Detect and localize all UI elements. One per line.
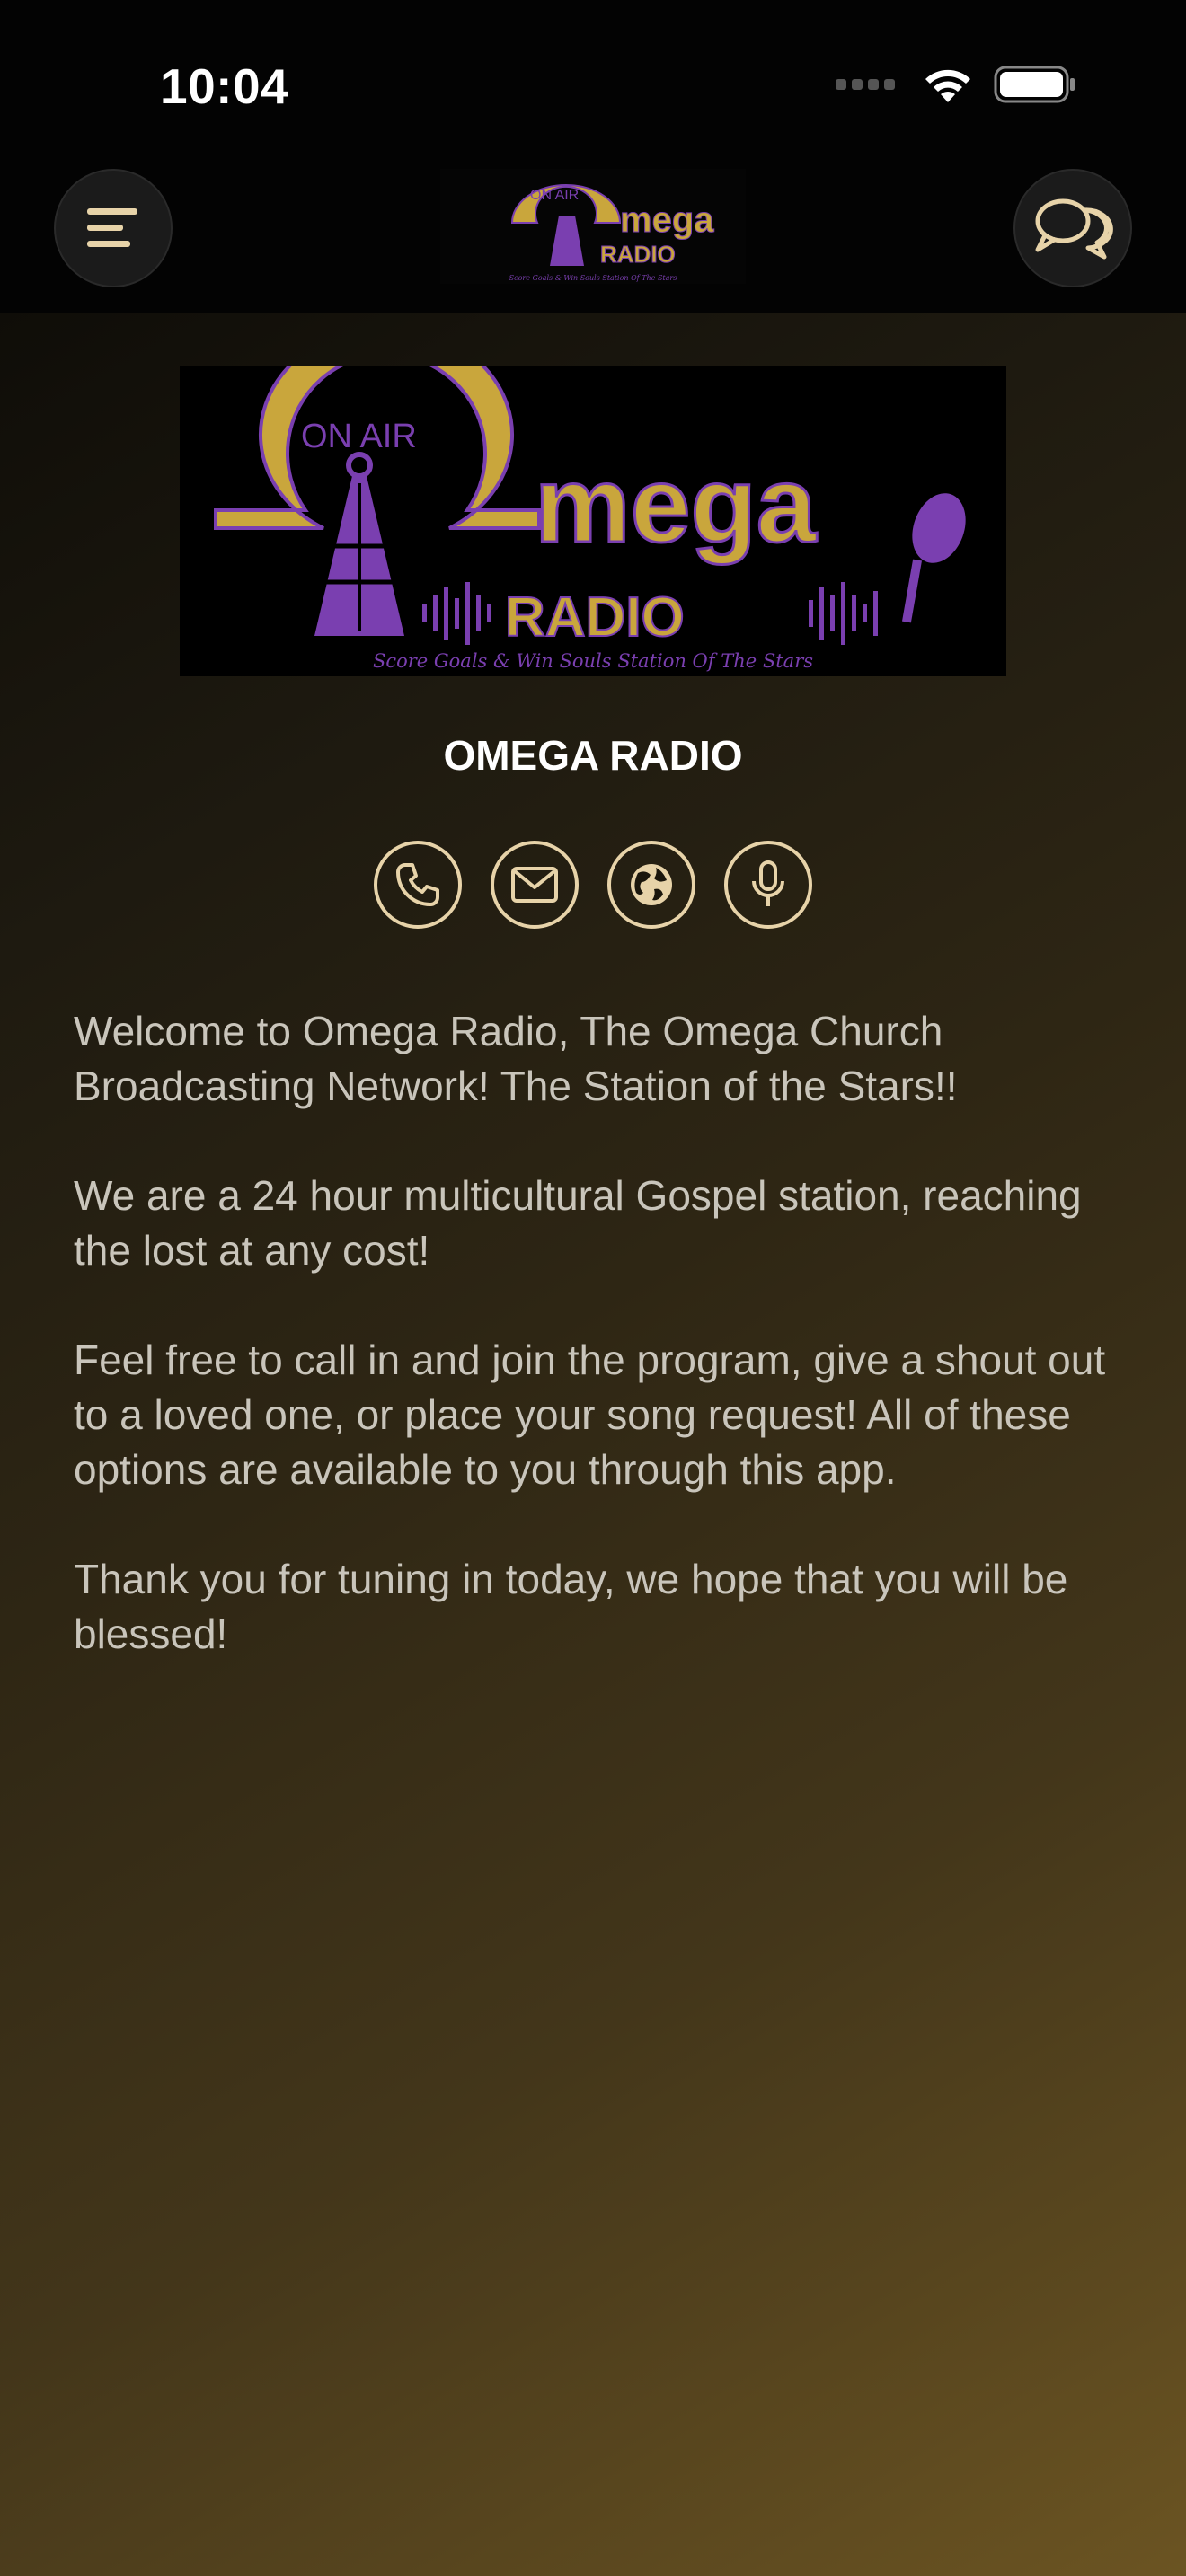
status-bar: 10:04: [0, 0, 1186, 162]
svg-text:RADIO: RADIO: [600, 241, 676, 268]
clock: 10:04: [160, 58, 289, 114]
svg-text:RADIO: RADIO: [505, 587, 685, 648]
chat-bubbles-icon: [1035, 198, 1113, 260]
station-logo: ON AIR mega RADIO Score Goals & Win Soul…: [180, 366, 1006, 676]
description-paragraph: Thank you for tuning in today, we hope t…: [74, 1556, 1068, 1657]
description-paragraph: Welcome to Omega Radio, The Omega Church…: [74, 1008, 958, 1109]
chat-button[interactable]: [1013, 169, 1132, 287]
call-button[interactable]: [374, 841, 462, 929]
svg-text:ON AIR: ON AIR: [530, 188, 579, 203]
app-header: ON AIR mega RADIO Score Goals & Win Soul…: [0, 162, 1186, 313]
svg-text:Score Goals & Win Souls Statio: Score Goals & Win Souls Station Of The S…: [373, 650, 813, 672]
email-button[interactable]: [491, 841, 579, 929]
phone-icon: [396, 863, 439, 906]
menu-icon: [87, 208, 137, 247]
station-content: ON AIR mega RADIO Score Goals & Win Soul…: [0, 313, 1186, 2576]
description-paragraph: Feel free to call in and join the progra…: [74, 1337, 1106, 1493]
header-logo: ON AIR mega RADIO Score Goals & Win Soul…: [440, 169, 746, 284]
microphone-button[interactable]: [724, 841, 812, 929]
battery-icon: [994, 66, 1075, 103]
station-description: Welcome to Omega Radio, The Omega Church…: [74, 1004, 1134, 1716]
menu-button[interactable]: [54, 169, 173, 287]
description-paragraph: We are a 24 hour multicultural Gospel st…: [74, 1172, 1082, 1274]
mail-icon: [511, 867, 558, 903]
svg-text:Score Goals & Win Souls Statio: Score Goals & Win Souls Station Of The S…: [509, 274, 677, 282]
status-icons: [836, 65, 1076, 104]
svg-text:mega: mega: [620, 200, 714, 240]
website-button[interactable]: [607, 841, 695, 929]
globe-icon: [631, 864, 672, 905]
cellular-signal-icon: [836, 79, 895, 90]
station-name: OMEGA RADIO: [443, 732, 743, 779]
contact-actions: [374, 841, 812, 929]
svg-text:ON AIR: ON AIR: [301, 418, 417, 455]
wifi-icon: [925, 69, 970, 102]
microphone-icon: [752, 860, 784, 906]
svg-text:mega: mega: [535, 445, 818, 565]
